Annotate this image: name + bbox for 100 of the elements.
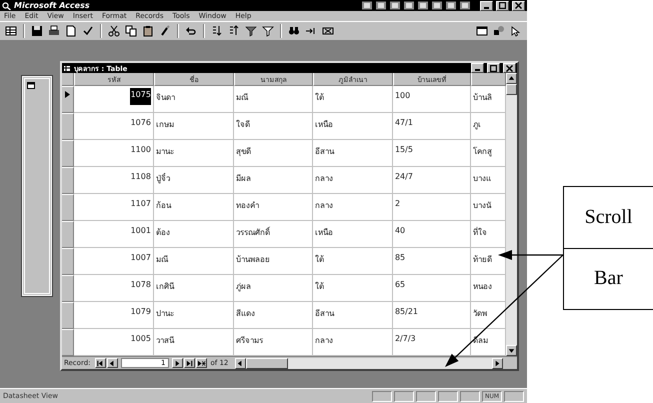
table-cell: 1005 bbox=[130, 334, 151, 343]
table-cell-text: เหนือ bbox=[314, 227, 333, 239]
table-cell: 1075 bbox=[130, 88, 151, 105]
table-cell: 100 bbox=[394, 91, 410, 100]
scissors-icon bbox=[108, 25, 120, 37]
table-cell: 1007 bbox=[130, 253, 151, 262]
last-record-icon bbox=[184, 358, 194, 368]
table-cell-text: วัดพ bbox=[472, 308, 487, 320]
previous-record-button[interactable] bbox=[106, 358, 118, 368]
sort-icon bbox=[228, 25, 240, 37]
table-cell-text: มานะ bbox=[156, 146, 174, 158]
table-cell: 65 bbox=[394, 280, 406, 289]
scroll-left-button[interactable] bbox=[235, 358, 246, 368]
table-cell: 40 bbox=[394, 226, 406, 235]
previous-record-icon bbox=[108, 358, 116, 368]
table-cell-text: โคกสู bbox=[472, 146, 492, 158]
table-cell: 1100 bbox=[130, 145, 151, 154]
taskbar-icon bbox=[389, 1, 401, 10]
scroll-thumb[interactable] bbox=[506, 84, 517, 95]
record-selector[interactable] bbox=[62, 86, 74, 113]
sort-icon bbox=[211, 25, 223, 37]
taskbar-icon bbox=[431, 1, 443, 10]
status-panel bbox=[460, 390, 480, 402]
close-icon bbox=[506, 64, 513, 72]
check-icon bbox=[82, 25, 94, 37]
table-cell-text: กลาง bbox=[314, 173, 333, 185]
table-cell: ปู่จิ๋ว bbox=[156, 172, 170, 185]
binoculars-icon bbox=[288, 25, 300, 37]
help-icon bbox=[510, 25, 522, 37]
next-record-icon bbox=[172, 358, 182, 368]
printer-icon bbox=[48, 25, 60, 37]
table-cell-text: บ้านลิ bbox=[472, 92, 492, 104]
maximize-button[interactable] bbox=[487, 63, 500, 73]
current-record-icon bbox=[64, 91, 70, 98]
minimize-icon bbox=[475, 69, 480, 71]
last-record-button[interactable] bbox=[184, 358, 194, 368]
table-cell-text: ปานะ bbox=[156, 308, 174, 320]
toolbar-button[interactable] bbox=[29, 23, 45, 39]
toolbar-button[interactable] bbox=[106, 23, 122, 39]
table-cell-text: กลาง bbox=[314, 200, 333, 212]
vertical-scrollbar[interactable] bbox=[506, 73, 517, 356]
new-record-icon bbox=[196, 358, 206, 368]
table-cell-text: กลาง bbox=[314, 335, 333, 347]
table-cell-text: ใต้ bbox=[314, 254, 324, 266]
scroll-thumb[interactable] bbox=[246, 358, 288, 368]
table-cell-text: ก้อน bbox=[156, 200, 171, 212]
table-cell: 47/1 bbox=[394, 118, 413, 127]
callout-text: Bar bbox=[564, 248, 653, 309]
taskbar-icon bbox=[361, 1, 373, 10]
table-cell-text: บางแ bbox=[472, 173, 491, 185]
status-panel bbox=[394, 390, 414, 402]
table-cell-text: จินดา bbox=[156, 92, 175, 104]
window-icon bbox=[27, 82, 35, 89]
table-cell-text: สีแดง bbox=[236, 308, 255, 320]
table-cell-text: มณี bbox=[156, 254, 168, 266]
funnel-icon bbox=[262, 25, 274, 37]
page-icon bbox=[65, 25, 77, 37]
table-cell: 1079 bbox=[130, 307, 151, 316]
table-cell-text: ใต้ bbox=[314, 280, 324, 293]
horizontal-scrollbar[interactable] bbox=[235, 358, 503, 368]
status-panel bbox=[416, 390, 436, 402]
new-record-button[interactable] bbox=[196, 358, 206, 368]
table-cell: 1107 bbox=[130, 199, 151, 208]
first-record-button[interactable] bbox=[94, 358, 106, 368]
table-cell: ที่ใจ bbox=[472, 226, 487, 239]
minimize-button[interactable] bbox=[471, 63, 484, 73]
status-panel bbox=[504, 390, 524, 402]
table-cell: 1078 bbox=[130, 280, 151, 289]
table-cell: 85 bbox=[394, 253, 406, 262]
table-cell: 2 bbox=[394, 199, 400, 208]
close-button[interactable] bbox=[512, 0, 525, 10]
table-cell: 85/21 bbox=[394, 307, 418, 316]
callout-text: Scroll bbox=[584, 204, 634, 230]
maximize-icon bbox=[490, 64, 497, 72]
next-record-button[interactable] bbox=[172, 358, 182, 368]
scroll-up-button[interactable] bbox=[506, 73, 517, 84]
table-cell-text: เกษม bbox=[156, 119, 174, 131]
table-cell: 1001 bbox=[130, 226, 151, 235]
table-cell-text: ใต้ bbox=[314, 92, 324, 104]
table-cell: 1076 bbox=[130, 118, 151, 127]
table-cell-text: เหนือ bbox=[314, 119, 333, 131]
copy-icon bbox=[125, 25, 137, 37]
table-cell-text: สุขดี bbox=[236, 146, 251, 158]
table-cell-text: หนอง bbox=[472, 281, 492, 293]
minimize-button[interactable] bbox=[480, 0, 493, 10]
table-cell: วรรณศักดิ์ bbox=[236, 226, 270, 239]
maximize-button[interactable] bbox=[496, 0, 509, 10]
table-cell: 2/7/3 bbox=[394, 334, 416, 343]
close-button[interactable] bbox=[503, 63, 516, 73]
table-cell-text: บ้านพลอย bbox=[236, 254, 270, 266]
triangle-icon bbox=[507, 74, 516, 83]
taskbar-icon bbox=[459, 1, 471, 10]
table-cell: 24/7 bbox=[394, 172, 413, 181]
scroll-right-button[interactable] bbox=[492, 358, 503, 368]
taskbar-icon bbox=[375, 1, 387, 10]
shapes-icon bbox=[493, 25, 505, 37]
funnel-icon bbox=[245, 25, 257, 37]
table-cell-text: ภูเ bbox=[472, 119, 481, 131]
toolbar-button[interactable] bbox=[123, 23, 139, 39]
scroll-down-button[interactable] bbox=[506, 345, 517, 356]
